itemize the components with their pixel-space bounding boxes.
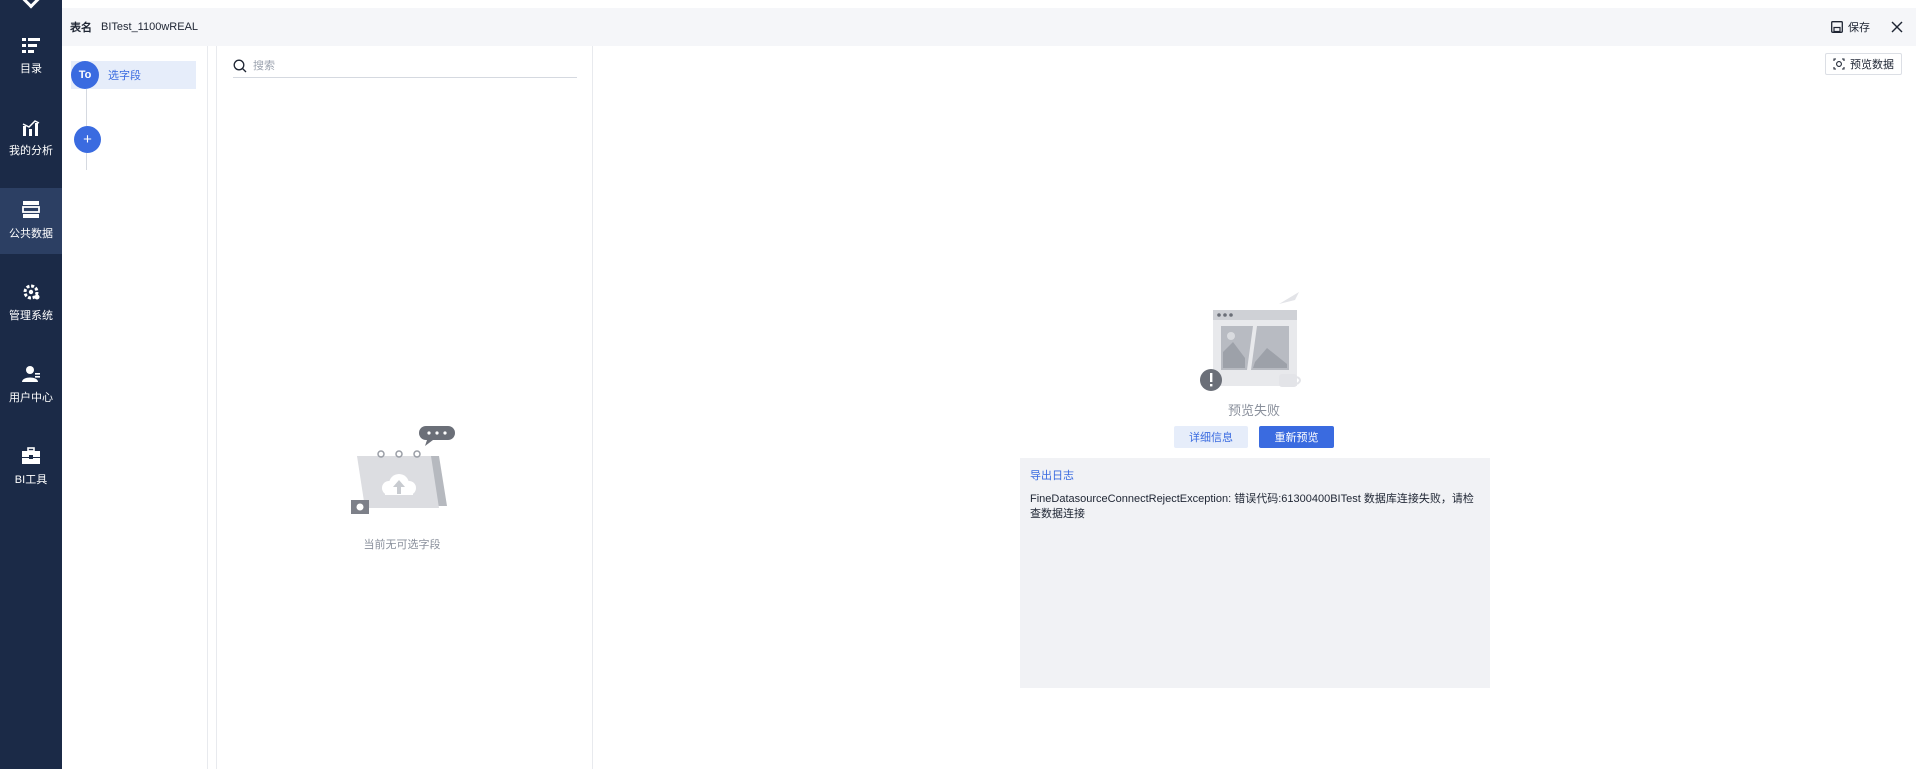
nav-label: BI工具 xyxy=(14,474,48,486)
save-icon xyxy=(1831,21,1843,33)
analysis-icon xyxy=(22,120,40,136)
save-label: 保存 xyxy=(1848,22,1870,34)
main-nav: 目录 我的分析 公共数据 管理系统 用户中心 BI工具 xyxy=(0,0,62,769)
detail-info-button[interactable]: 详细信息 xyxy=(1174,426,1248,448)
nav-item-public-data[interactable]: 公共数据 xyxy=(0,188,62,254)
nav-item-my-analysis[interactable]: 我的分析 xyxy=(0,106,62,172)
empty-fields-state: 当前无可选字段 xyxy=(347,426,457,552)
nav-label: 管理系统 xyxy=(9,310,53,322)
nav-label: 公共数据 xyxy=(9,228,53,240)
nav-label: 目录 xyxy=(20,63,42,75)
add-step-button[interactable]: + xyxy=(74,126,101,153)
step-label: 选字段 xyxy=(108,70,141,82)
gear-icon xyxy=(23,284,40,300)
nav-label: 我的分析 xyxy=(9,145,53,157)
nav-label: 用户中心 xyxy=(9,392,53,404)
table-name-label: 表名 xyxy=(70,22,92,34)
error-message: FineDatasourceConnectRejectException: 错误… xyxy=(1030,493,1474,520)
preview-area: 预览数据 预览失败 详细信息 重新预览 导出日志 FineDatasourceC… xyxy=(594,46,1916,769)
table-name[interactable]: BITest_1100wREAL xyxy=(101,21,198,33)
search-input[interactable] xyxy=(253,59,553,72)
preview-icon xyxy=(1833,58,1845,70)
field-panel: 当前无可选字段 xyxy=(216,46,593,769)
preview-data-label: 预览数据 xyxy=(1850,59,1894,71)
search-box xyxy=(233,54,577,78)
search-icon xyxy=(233,59,247,72)
nav-item-catalog[interactable]: 目录 xyxy=(0,24,62,90)
nav-item-user-center[interactable]: 用户中心 xyxy=(0,352,62,418)
close-icon[interactable] xyxy=(1890,20,1904,34)
catalog-icon xyxy=(22,38,40,53)
public-data-icon xyxy=(22,201,40,218)
step-panel: To 选字段 + xyxy=(62,46,208,769)
preview-fail-illustration xyxy=(1200,292,1301,391)
nav-item-bi-tools[interactable]: BI工具 xyxy=(0,434,62,500)
nav-collapse-toggle[interactable] xyxy=(0,0,62,9)
user-icon xyxy=(22,366,40,382)
error-log-box: 导出日志 FineDatasourceConnectRejectExceptio… xyxy=(1020,458,1490,688)
save-button[interactable]: 保存 xyxy=(1831,19,1870,35)
export-log-link[interactable]: 导出日志 xyxy=(1030,467,1074,483)
empty-calendar-illustration xyxy=(351,426,455,514)
preview-data-button[interactable]: 预览数据 xyxy=(1825,53,1902,75)
top-header: 表名 BITest_1100wREAL 保存 xyxy=(62,8,1916,46)
empty-fields-text: 当前无可选字段 xyxy=(363,539,441,551)
step-select-fields[interactable]: To 选字段 xyxy=(71,61,196,89)
select-fields-icon: To xyxy=(71,61,99,89)
preview-fail-text: 预览失败 xyxy=(1227,403,1280,418)
toolbox-icon xyxy=(22,447,40,464)
nav-item-management[interactable]: 管理系统 xyxy=(0,270,62,336)
repreview-button[interactable]: 重新预览 xyxy=(1259,426,1334,448)
chevron-down-icon xyxy=(22,0,40,9)
